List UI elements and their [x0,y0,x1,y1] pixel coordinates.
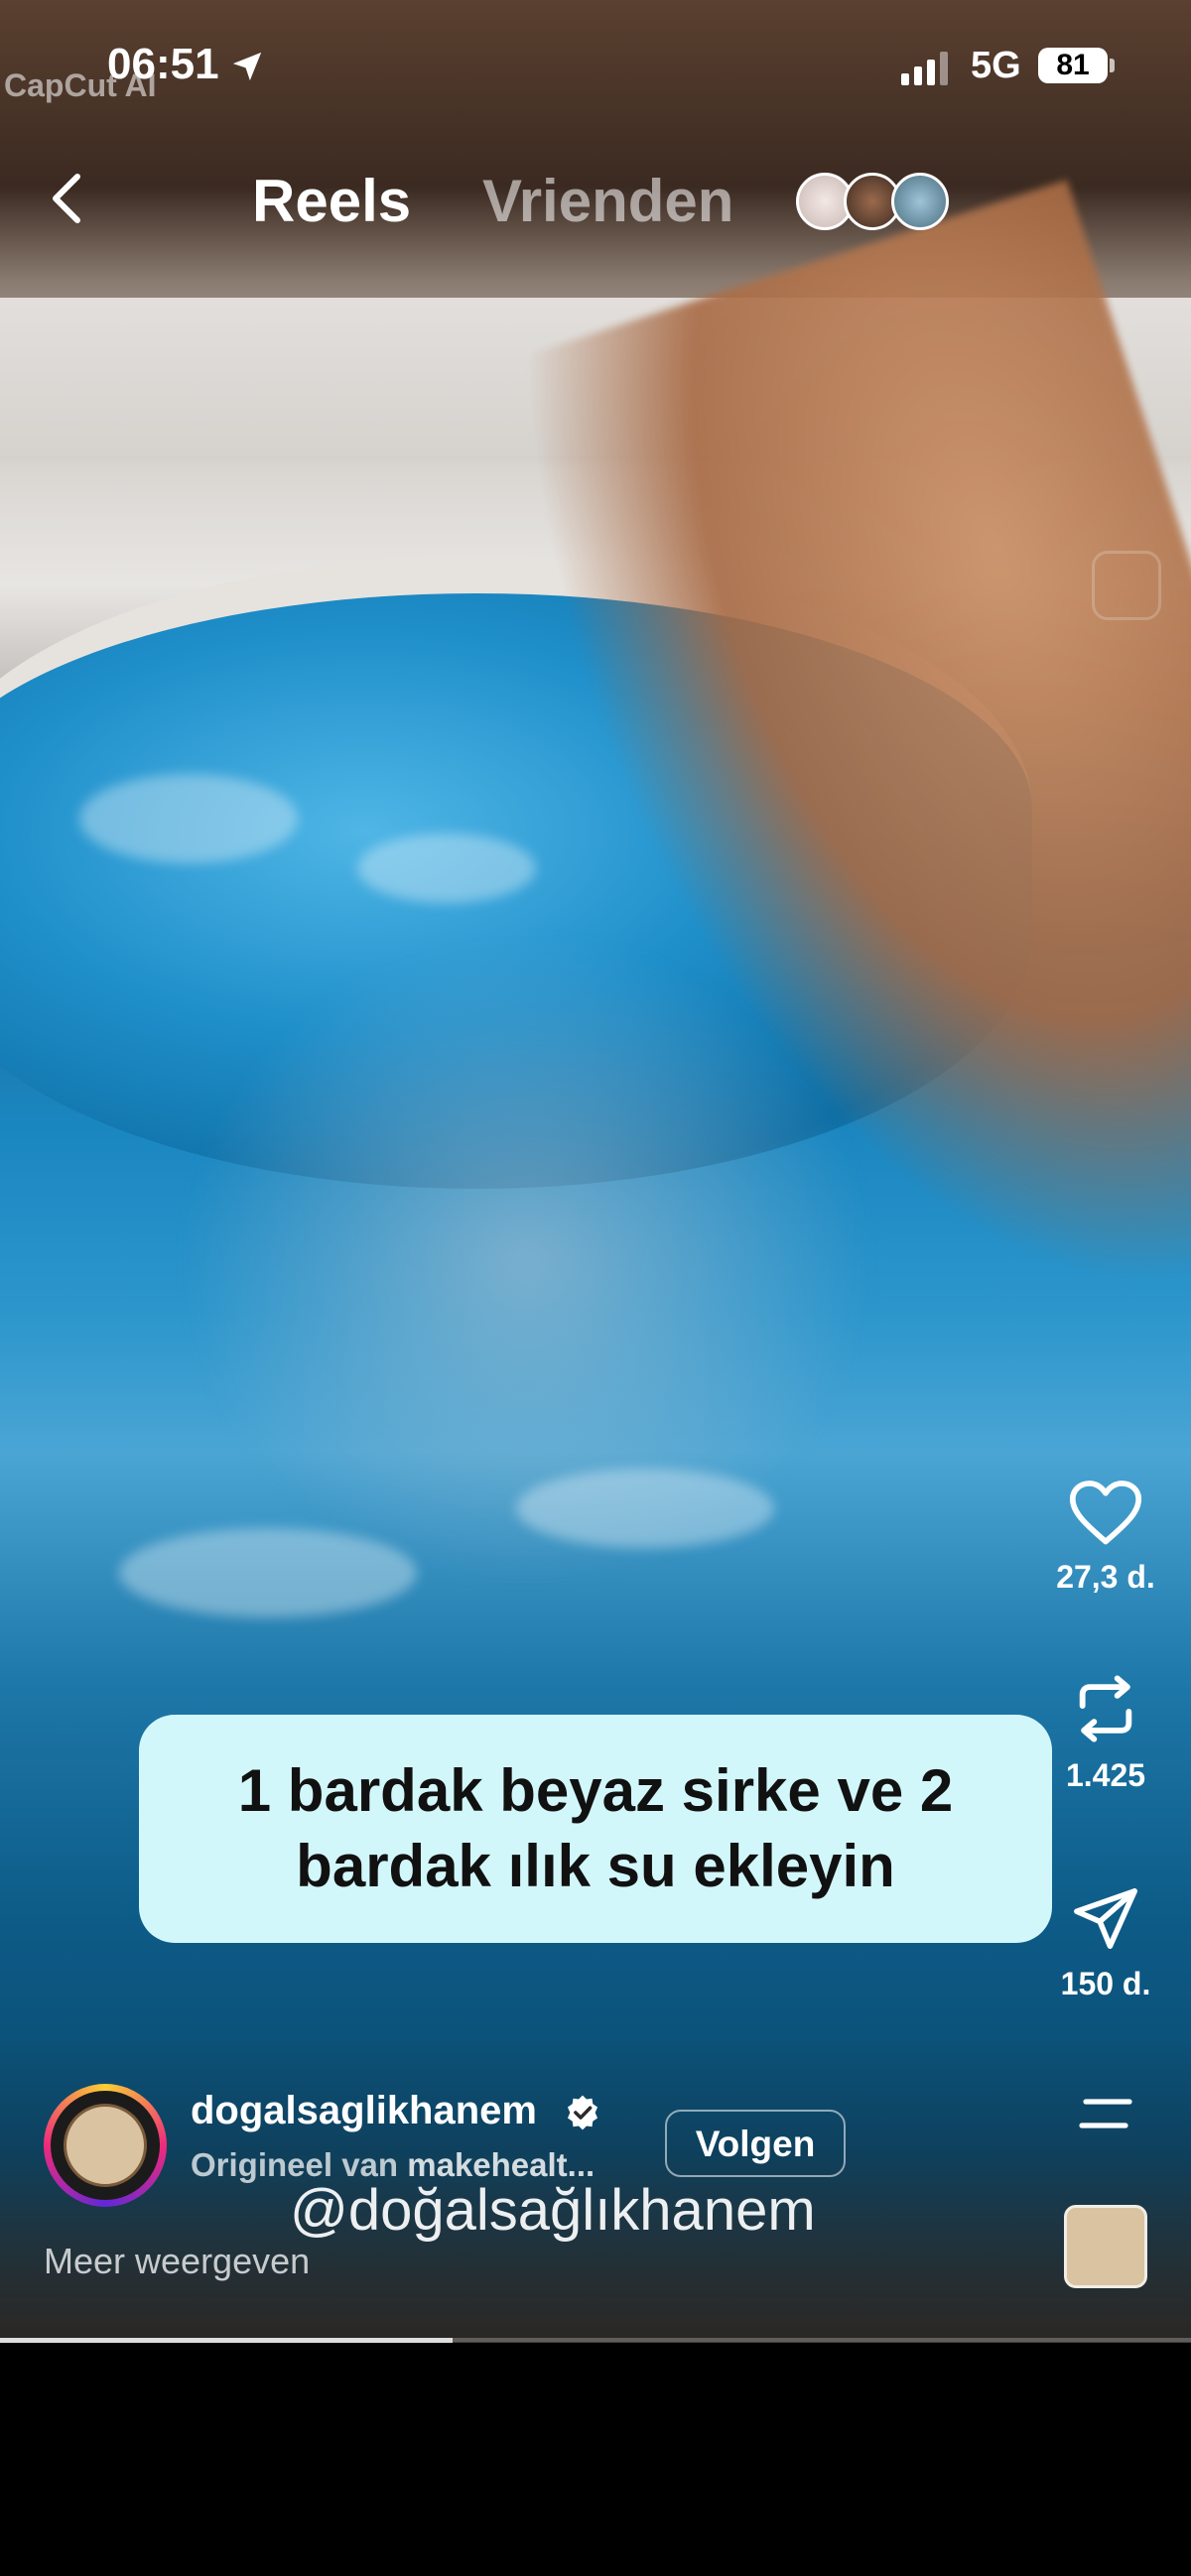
account-logo-icon [64,2104,147,2187]
like-count: 27,3 d. [1056,1559,1155,1595]
avatar-ring-gap [51,2091,160,2200]
share-count: 150 d. [1060,1966,1151,2001]
repost-count: 1.425 [1065,1757,1146,1793]
send-icon [1074,1888,1137,1950]
audio-thumbnail[interactable] [1064,2205,1147,2288]
foam [516,1469,774,1548]
battery-tip [1110,59,1115,72]
caption-text: 1 bardak beyaz sirke ve 2 bardak ılık su… [237,1757,954,1899]
verified-badge-icon [567,2095,598,2130]
foam [119,1528,417,1617]
more-options-button[interactable] [1036,2094,1175,2138]
battery-icon: 81 [1038,48,1108,83]
repost-icon [1079,1675,1132,1742]
status-bar: CapCut AI 06:51 5G 81 [0,0,1191,139]
caption-bubble: 1 bardak beyaz sirke ve 2 bardak ılık su… [139,1715,1052,1943]
tab-reels[interactable]: Reels [252,167,411,235]
menu-lines-icon [1079,2099,1132,2128]
like-button[interactable]: 27,3 d. [1036,1479,1175,1596]
repost-button[interactable]: 1.425 [1036,1671,1175,1794]
reel-video[interactable] [0,0,1191,2342]
follow-button[interactable]: Volgen [665,2110,846,2177]
video-progress-bar[interactable] [0,2338,1191,2343]
friend-avatars[interactable] [796,173,955,230]
cellular-signal-icon [901,52,948,85]
heart-icon [1069,1481,1142,1545]
foam [357,834,536,903]
water-splash [179,933,873,1588]
tab-friends[interactable]: Vrienden [482,167,733,235]
foam [79,774,298,863]
back-chevron-icon[interactable] [44,169,87,228]
share-button[interactable]: 150 d. [1036,1885,1175,2002]
friend-avatar [891,173,949,230]
video-progress-fill [0,2338,453,2343]
handle-watermark: @doğalsağlıkhanem [290,2178,816,2243]
clock-time: 06:51 [107,40,219,88]
show-more-link[interactable]: Meer weergeven [44,2241,310,2282]
network-type: 5G [971,45,1021,86]
instagram-watermark-icon [1092,551,1161,620]
location-arrow-icon [232,52,262,81]
account-username[interactable]: dogalsaglikhanem [191,2089,537,2133]
account-avatar[interactable] [44,2084,167,2207]
